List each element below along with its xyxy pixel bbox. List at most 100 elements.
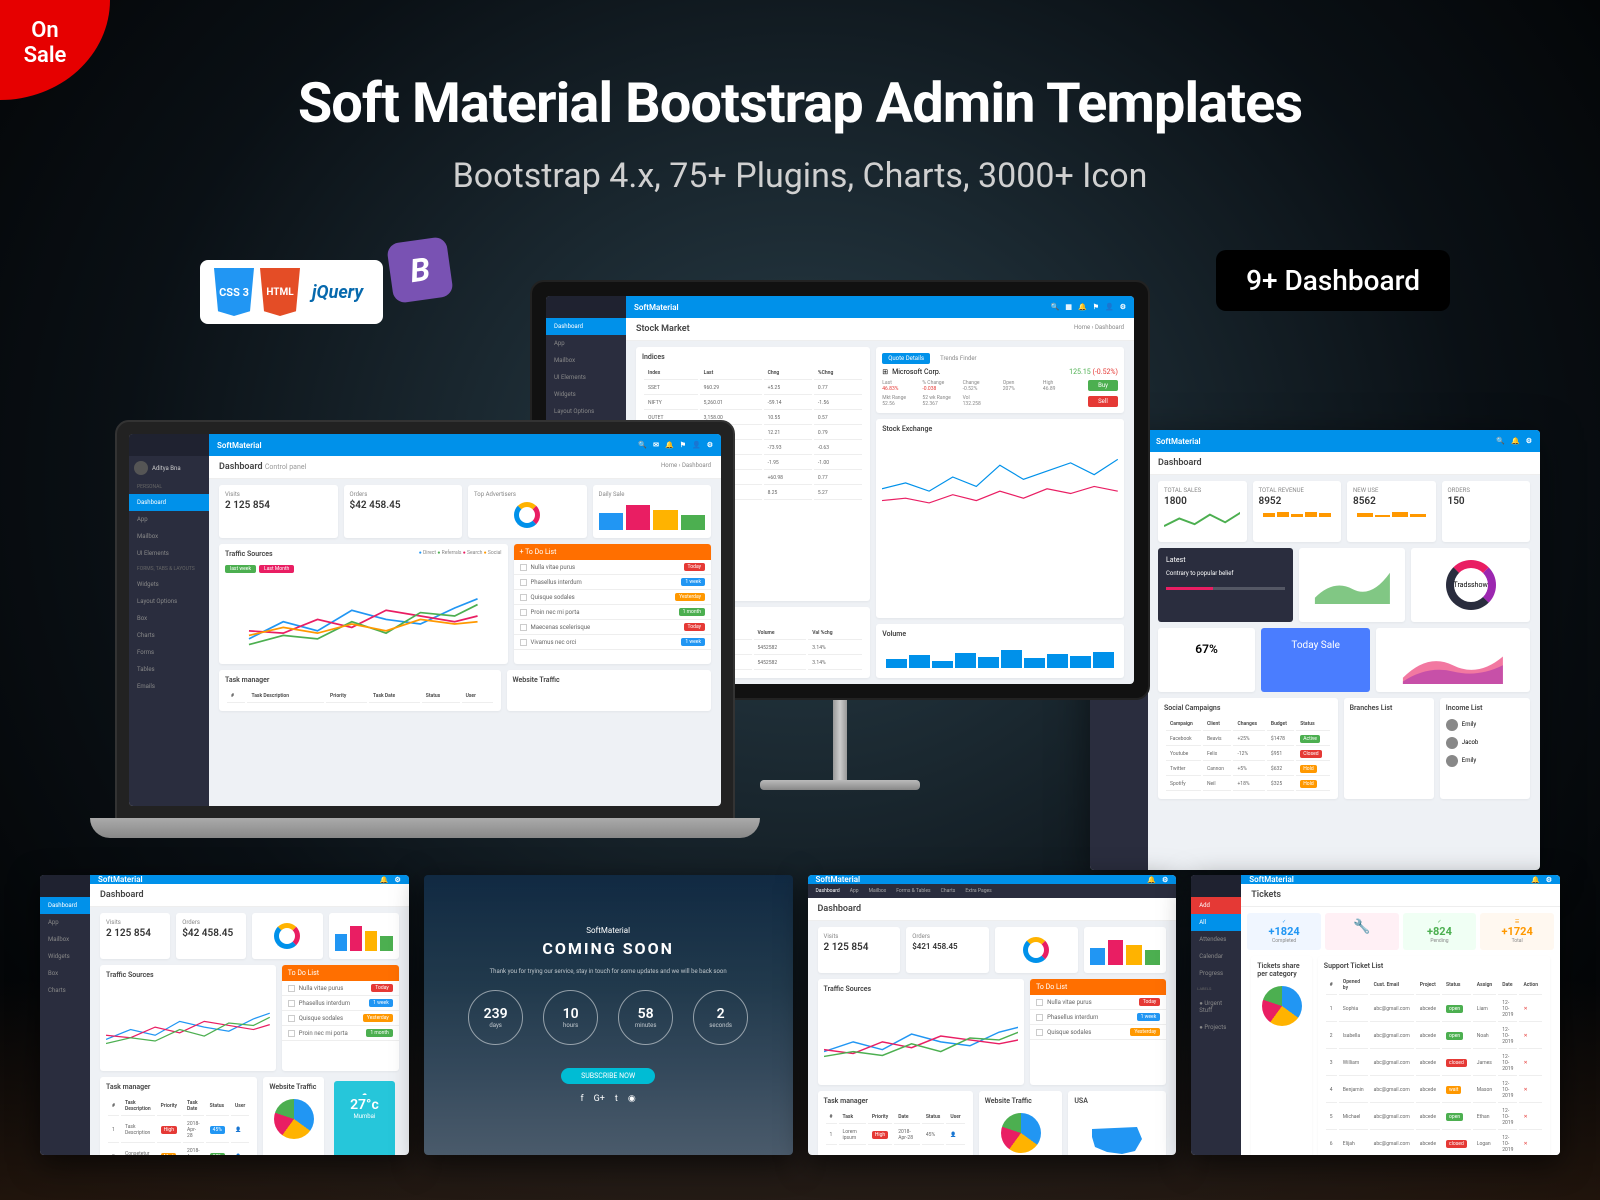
task-manager-title: Task manager: [225, 676, 495, 684]
twitter-icon[interactable]: t: [615, 1094, 618, 1104]
breadcrumb[interactable]: Home: [1074, 324, 1090, 331]
sidebar-item[interactable]: Progress: [1191, 965, 1241, 982]
plus-icon[interactable]: +: [520, 548, 524, 556]
grid-icon[interactable]: ▦: [1065, 303, 1072, 311]
nav-dashboard[interactable]: Dashboard: [816, 888, 840, 894]
breadcrumb-home[interactable]: Home: [661, 462, 677, 469]
donut-chart-icon: [274, 923, 300, 949]
bell-icon[interactable]: 🔔: [1147, 876, 1156, 884]
avatar-icon[interactable]: [134, 461, 148, 475]
sidebar-item[interactable]: App: [546, 335, 626, 352]
last-month-button[interactable]: Last Month: [259, 565, 294, 573]
bell-icon[interactable]: 🔔: [380, 876, 389, 884]
sidebar-item[interactable]: ● Projects: [1191, 1019, 1241, 1036]
flag-icon[interactable]: ⚑: [680, 441, 686, 449]
bell-icon[interactable]: 🔔: [665, 441, 674, 449]
gear-icon[interactable]: ⚙: [394, 876, 400, 884]
sidebar-item[interactable]: Layout Options: [129, 593, 209, 610]
wrench-icon: 🔧: [1353, 919, 1370, 935]
daily-sale-card: Daily Sale: [593, 485, 712, 538]
thumb-dashboard-2: SoftMaterial🔔⚙ Dashboard App Mailbox For…: [808, 875, 1177, 1155]
donut-chart-icon: [514, 502, 540, 528]
sidebar-item-dashboard[interactable]: Dashboard: [546, 318, 626, 335]
gear-icon[interactable]: ⚙: [1526, 437, 1532, 445]
nav-item[interactable]: App: [850, 888, 859, 894]
nav-item[interactable]: Mailbox: [869, 888, 887, 894]
traffic-line-chart: [225, 576, 502, 656]
sidebar-item[interactable]: All: [1191, 914, 1241, 931]
topbar: SoftMaterial 🔍 ▦ 🔔 ⚑ 👤 ⚙: [626, 296, 1134, 318]
sidebar-item[interactable]: Layout Options: [546, 403, 626, 420]
traffic-title: Traffic Sources: [225, 550, 273, 558]
sidebar-item[interactable]: Add: [1191, 897, 1241, 914]
close-icon[interactable]: ✕: [1523, 1141, 1527, 1147]
search-icon[interactable]: 🔍: [638, 441, 647, 449]
main-dashboard: Aditya Bna PERSONAL Dashboard App Mailbo…: [129, 434, 721, 806]
bell-icon[interactable]: 🔔: [1511, 437, 1520, 445]
sidebar-item[interactable]: Widgets: [129, 576, 209, 593]
facebook-icon[interactable]: f: [581, 1094, 584, 1104]
todo-item[interactable]: Quisque sodalesYesterday: [514, 590, 712, 605]
hero-subtitle: Bootstrap 4.x, 75+ Plugins, Charts, 3000…: [0, 156, 1600, 196]
close-icon[interactable]: ✕: [1523, 1114, 1527, 1120]
bell-icon[interactable]: 🔔: [1531, 876, 1540, 884]
thumbnail-row: DashboardAppMailboxWidgetsBoxCharts Soft…: [40, 875, 1560, 1155]
search-icon[interactable]: 🔍: [1496, 437, 1505, 445]
flag-icon[interactable]: ⚑: [1093, 303, 1099, 311]
company-name: Microsoft Corp.: [892, 368, 941, 376]
sidebar-item[interactable]: UI Elements: [546, 369, 626, 386]
avatar-icon: [1446, 719, 1458, 731]
sidebar-item[interactable]: Mailbox: [546, 352, 626, 369]
sidebar-item[interactable]: ● Urgent Stuff: [1191, 995, 1241, 1019]
tab-trends[interactable]: Trends Finder: [934, 353, 983, 364]
exchange-title: Stock Exchange: [882, 425, 1118, 433]
sidebar-item[interactable]: App: [129, 511, 209, 528]
brand-logo: SoftMaterial: [217, 441, 262, 450]
gear-icon[interactable]: ⚙: [1120, 303, 1126, 311]
coming-soon-title: COMING SOON: [542, 939, 674, 958]
gear-icon[interactable]: ⚙: [1546, 876, 1552, 884]
close-icon[interactable]: ✕: [1523, 1060, 1527, 1066]
tab-quote[interactable]: Quote Details: [882, 353, 930, 364]
sidebar-item[interactable]: Attendees: [1191, 931, 1241, 948]
thumb-dashboard-1: DashboardAppMailboxWidgetsBoxCharts Soft…: [40, 875, 409, 1155]
instagram-icon[interactable]: ◉: [628, 1094, 636, 1104]
orders-card: Orders $42 458.45: [344, 485, 463, 538]
usa-map-icon: [1074, 1109, 1160, 1155]
tickets-title: Tickets: [1251, 890, 1281, 900]
google-icon[interactable]: G+: [594, 1094, 605, 1104]
sidebar-item[interactable]: Forms: [129, 644, 209, 661]
avatar-icon[interactable]: 👤: [692, 441, 701, 449]
sidebar-item[interactable]: Widgets: [546, 386, 626, 403]
sidebar-item[interactable]: UI Elements: [129, 545, 209, 562]
close-icon[interactable]: ✕: [1523, 1087, 1527, 1093]
bell-icon[interactable]: 🔔: [1078, 303, 1087, 311]
sidebar-item[interactable]: Tables: [129, 661, 209, 678]
sidebar-item[interactable]: Calendar: [1191, 948, 1241, 965]
sidebar-item[interactable]: Mailbox: [129, 528, 209, 545]
close-icon[interactable]: ✕: [1523, 1033, 1527, 1039]
sidebar-item[interactable]: Charts: [129, 627, 209, 644]
gear-icon[interactable]: ⚙: [707, 441, 713, 449]
sidebar-item[interactable]: Emails: [129, 678, 209, 695]
mail-icon[interactable]: ✉: [653, 441, 659, 449]
sidebar-item-dashboard[interactable]: Dashboard: [129, 494, 209, 511]
todo-item[interactable]: Nulla vitae purusToday: [514, 560, 712, 575]
todo-title: To Do List: [525, 548, 556, 556]
gear-icon[interactable]: ⚙: [1162, 876, 1168, 884]
close-icon[interactable]: ✕: [1523, 1006, 1527, 1012]
sell-button[interactable]: Sell: [1088, 396, 1118, 407]
microsoft-icon: ⊞: [882, 368, 888, 376]
todo-item[interactable]: Maecenas scelerisqueToday: [514, 620, 712, 635]
income-title: Income List: [1446, 704, 1524, 712]
last-week-button[interactable]: last week: [225, 565, 256, 573]
todo-item[interactable]: Proin nec mi porta1 month: [514, 605, 712, 620]
search-icon[interactable]: 🔍: [1051, 303, 1060, 311]
todo-item[interactable]: Phasellus interdum1 week: [514, 575, 712, 590]
avatar-icon[interactable]: 👤: [1105, 303, 1114, 311]
subscribe-button[interactable]: SUBSCRIBE NOW: [561, 1068, 655, 1084]
sidebar-item[interactable]: Box: [129, 610, 209, 627]
buy-button[interactable]: Buy: [1088, 380, 1118, 391]
todo-item[interactable]: Vivamus nec orci1 week: [514, 635, 712, 650]
nav-item[interactable]: Charts: [941, 888, 956, 894]
